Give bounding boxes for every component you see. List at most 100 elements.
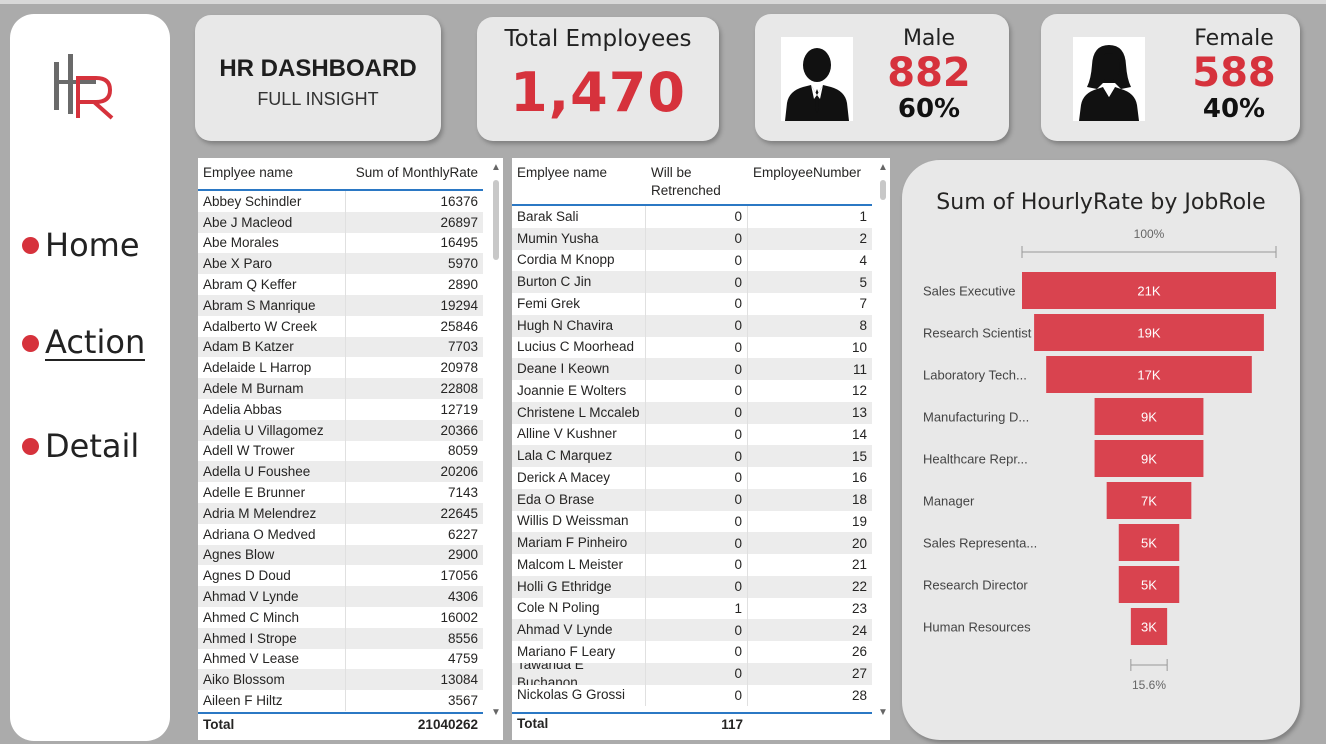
monthly-rate-cell: 16495 (440, 235, 478, 251)
table-row[interactable]: Adria M Melendrez 22645 (198, 502, 483, 524)
table-row[interactable]: Agnes D Doud 17056 (198, 565, 483, 587)
column-header-employee-name[interactable]: Emplyee name (512, 158, 646, 204)
table-row[interactable]: Mumin Yusha 0 2 (512, 227, 872, 250)
table-row[interactable]: Ahmed I Strope 8556 (198, 627, 483, 649)
table-row[interactable]: Mariano F Leary 0 26 (512, 641, 872, 663)
table-row[interactable]: Abbey Schindler 16376 (198, 191, 483, 212)
table-row[interactable]: Aiko Blossom 13084 (198, 669, 483, 691)
will-be-retrenched-cell: 0 (646, 662, 748, 685)
monthly-rate-cell: 16002 (440, 609, 478, 625)
table-row[interactable]: Cordia M Knopp 0 4 (512, 249, 872, 272)
table-row[interactable]: Ahmad V Lynde 4306 (198, 586, 483, 607)
table-row[interactable]: Adell W Trower 8059 (198, 440, 483, 462)
employee-name-cell: Ahmad V Lynde (198, 586, 346, 607)
employee-name-cell: Eda O Brase (512, 488, 646, 511)
nav-action[interactable]: Action (22, 323, 146, 361)
nav-dot-icon (22, 437, 39, 455)
will-be-retrenched-cell: 0 (646, 554, 748, 576)
employee-name-cell: Abe J Macleod (198, 211, 346, 233)
table-row[interactable]: Deane I Keown 0 11 (512, 358, 872, 380)
monthly-rate-table[interactable]: Emplyee name Sum of MonthlyRate Abbey Sc… (198, 158, 503, 740)
female-card: Female 588 40% (1041, 14, 1300, 141)
employee-name-cell: Abram S Manrique (198, 294, 346, 316)
table-row[interactable]: Eda O Brase 0 18 (512, 488, 872, 511)
total-employees-card: Total Employees 1,470 (477, 17, 719, 141)
scroll-thumb[interactable] (880, 180, 886, 200)
table-row[interactable]: Tawanda E Buchanon 0 27 (512, 662, 872, 685)
male-count: 882 (887, 50, 971, 96)
table-row[interactable]: Abe J Macleod 26897 (198, 211, 483, 233)
funnel-value-label: 3K (1141, 620, 1157, 635)
scroll-down-icon[interactable]: ▼ (878, 707, 888, 718)
table-row[interactable]: Lala C Marquez 0 15 (512, 445, 872, 467)
table-row[interactable]: Adalberto W Creek 25846 (198, 315, 483, 337)
table-row[interactable]: Willis D Weissman 0 19 (512, 510, 872, 533)
table-row[interactable]: Adam B Katzer 7703 (198, 336, 483, 358)
table-row[interactable]: Lucius C Moorhead 0 10 (512, 336, 872, 359)
employee-name-cell: Christene L Mccaleb (512, 401, 646, 424)
employee-number-cell: 26 (851, 644, 867, 660)
table-row[interactable]: Alline V Kushner 0 14 (512, 423, 872, 446)
table-scrollbar[interactable]: ▲ ▼ (489, 158, 503, 718)
employee-name-cell: Adell W Trower (198, 440, 346, 462)
table-row[interactable]: Aileen F Hiltz 3567 (198, 690, 483, 711)
female-count: 588 (1192, 50, 1276, 96)
column-header-monthly-rate[interactable]: Sum of MonthlyRate (346, 158, 483, 189)
table-row[interactable]: Barak Sali 0 1 (512, 206, 872, 228)
table-row[interactable]: Adelia U Villagomez 20366 (198, 419, 483, 441)
column-header-employee-name[interactable]: Emplyee name (198, 158, 346, 189)
table-row[interactable]: Holli G Ethridge 0 22 (512, 575, 872, 598)
table-row[interactable]: Ahmad V Lynde 0 24 (512, 619, 872, 641)
table-row[interactable]: Adelia Abbas 12719 (198, 398, 483, 420)
table-row[interactable]: Mariam F Pinheiro 0 20 (512, 532, 872, 554)
table-row[interactable]: Adele M Burnam 22808 (198, 378, 483, 399)
scroll-up-icon[interactable]: ▲ (878, 162, 888, 173)
table-row[interactable]: Agnes Blow 2900 (198, 544, 483, 566)
employee-name-cell: Aileen F Hiltz (198, 690, 346, 711)
table-row[interactable]: Ahmed C Minch 16002 (198, 606, 483, 628)
employee-name-cell: Agnes D Doud (198, 565, 346, 587)
scroll-up-icon[interactable]: ▲ (491, 162, 501, 173)
table-row[interactable]: Burton C Jin 0 5 (512, 271, 872, 293)
table-row[interactable]: Adriana O Medved 6227 (198, 523, 483, 545)
funnel-category-label: Research Scientist (923, 326, 1032, 341)
monthly-rate-cell: 3567 (447, 693, 478, 709)
table-row[interactable]: Adella U Foushee 20206 (198, 461, 483, 483)
monthly-rate-cell: 17056 (440, 568, 478, 584)
nav-detail[interactable]: Detail (22, 427, 139, 465)
employee-name-cell: Femi Grek (512, 293, 646, 315)
will-be-retrenched-cell: 0 (646, 532, 748, 554)
table-row[interactable]: Joannie E Wolters 0 12 (512, 380, 872, 402)
table-row[interactable]: Cole N Poling 1 23 (512, 597, 872, 620)
table-row[interactable]: Abram Q Keffer 2890 (198, 274, 483, 295)
table-row[interactable]: Hugh N Chavira 0 8 (512, 314, 872, 337)
scroll-thumb[interactable] (493, 180, 499, 260)
employee-name-cell: Agnes Blow (198, 544, 346, 566)
table-row[interactable]: Ahmed V Lease 4759 (198, 648, 483, 670)
nav-home[interactable]: Home (22, 226, 140, 264)
table-scrollbar[interactable]: ▲ ▼ (876, 158, 890, 718)
female-avatar-icon (1073, 37, 1145, 121)
will-be-retrenched-cell: 0 (646, 445, 748, 467)
retrenchment-table[interactable]: Emplyee name Will be Retrenched Employee… (512, 158, 890, 740)
table-row[interactable]: Abe Morales 16495 (198, 232, 483, 254)
employee-name-cell: Abe Morales (198, 232, 346, 254)
will-be-retrenched-cell: 0 (646, 314, 748, 337)
table-row[interactable]: Adelle E Brunner 7143 (198, 482, 483, 503)
table-row[interactable]: Derick A Macey 0 16 (512, 467, 872, 489)
employee-number-cell: 10 (851, 339, 867, 355)
table-row[interactable]: Adelaide L Harrop 20978 (198, 357, 483, 379)
male-avatar-icon (781, 37, 853, 121)
table-row[interactable]: Christene L Mccaleb 0 13 (512, 401, 872, 424)
table-row[interactable]: Malcom L Meister 0 21 (512, 554, 872, 576)
table-row[interactable]: Femi Grek 0 7 (512, 293, 872, 315)
table-row[interactable]: Abram S Manrique 19294 (198, 294, 483, 316)
nav-action-label: Action (45, 323, 146, 361)
monthly-rate-cell: 6227 (447, 526, 478, 542)
column-header-employee-number[interactable]: EmployeeNumber (748, 158, 872, 204)
table-row[interactable]: Abe X Paro 5970 (198, 253, 483, 275)
column-header-will-be-retrenched[interactable]: Will be Retrenched (646, 158, 748, 204)
scroll-down-icon[interactable]: ▼ (491, 707, 501, 718)
table-row[interactable]: Nickolas G Grossi 0 28 (512, 684, 872, 707)
nav-home-label: Home (45, 226, 140, 264)
